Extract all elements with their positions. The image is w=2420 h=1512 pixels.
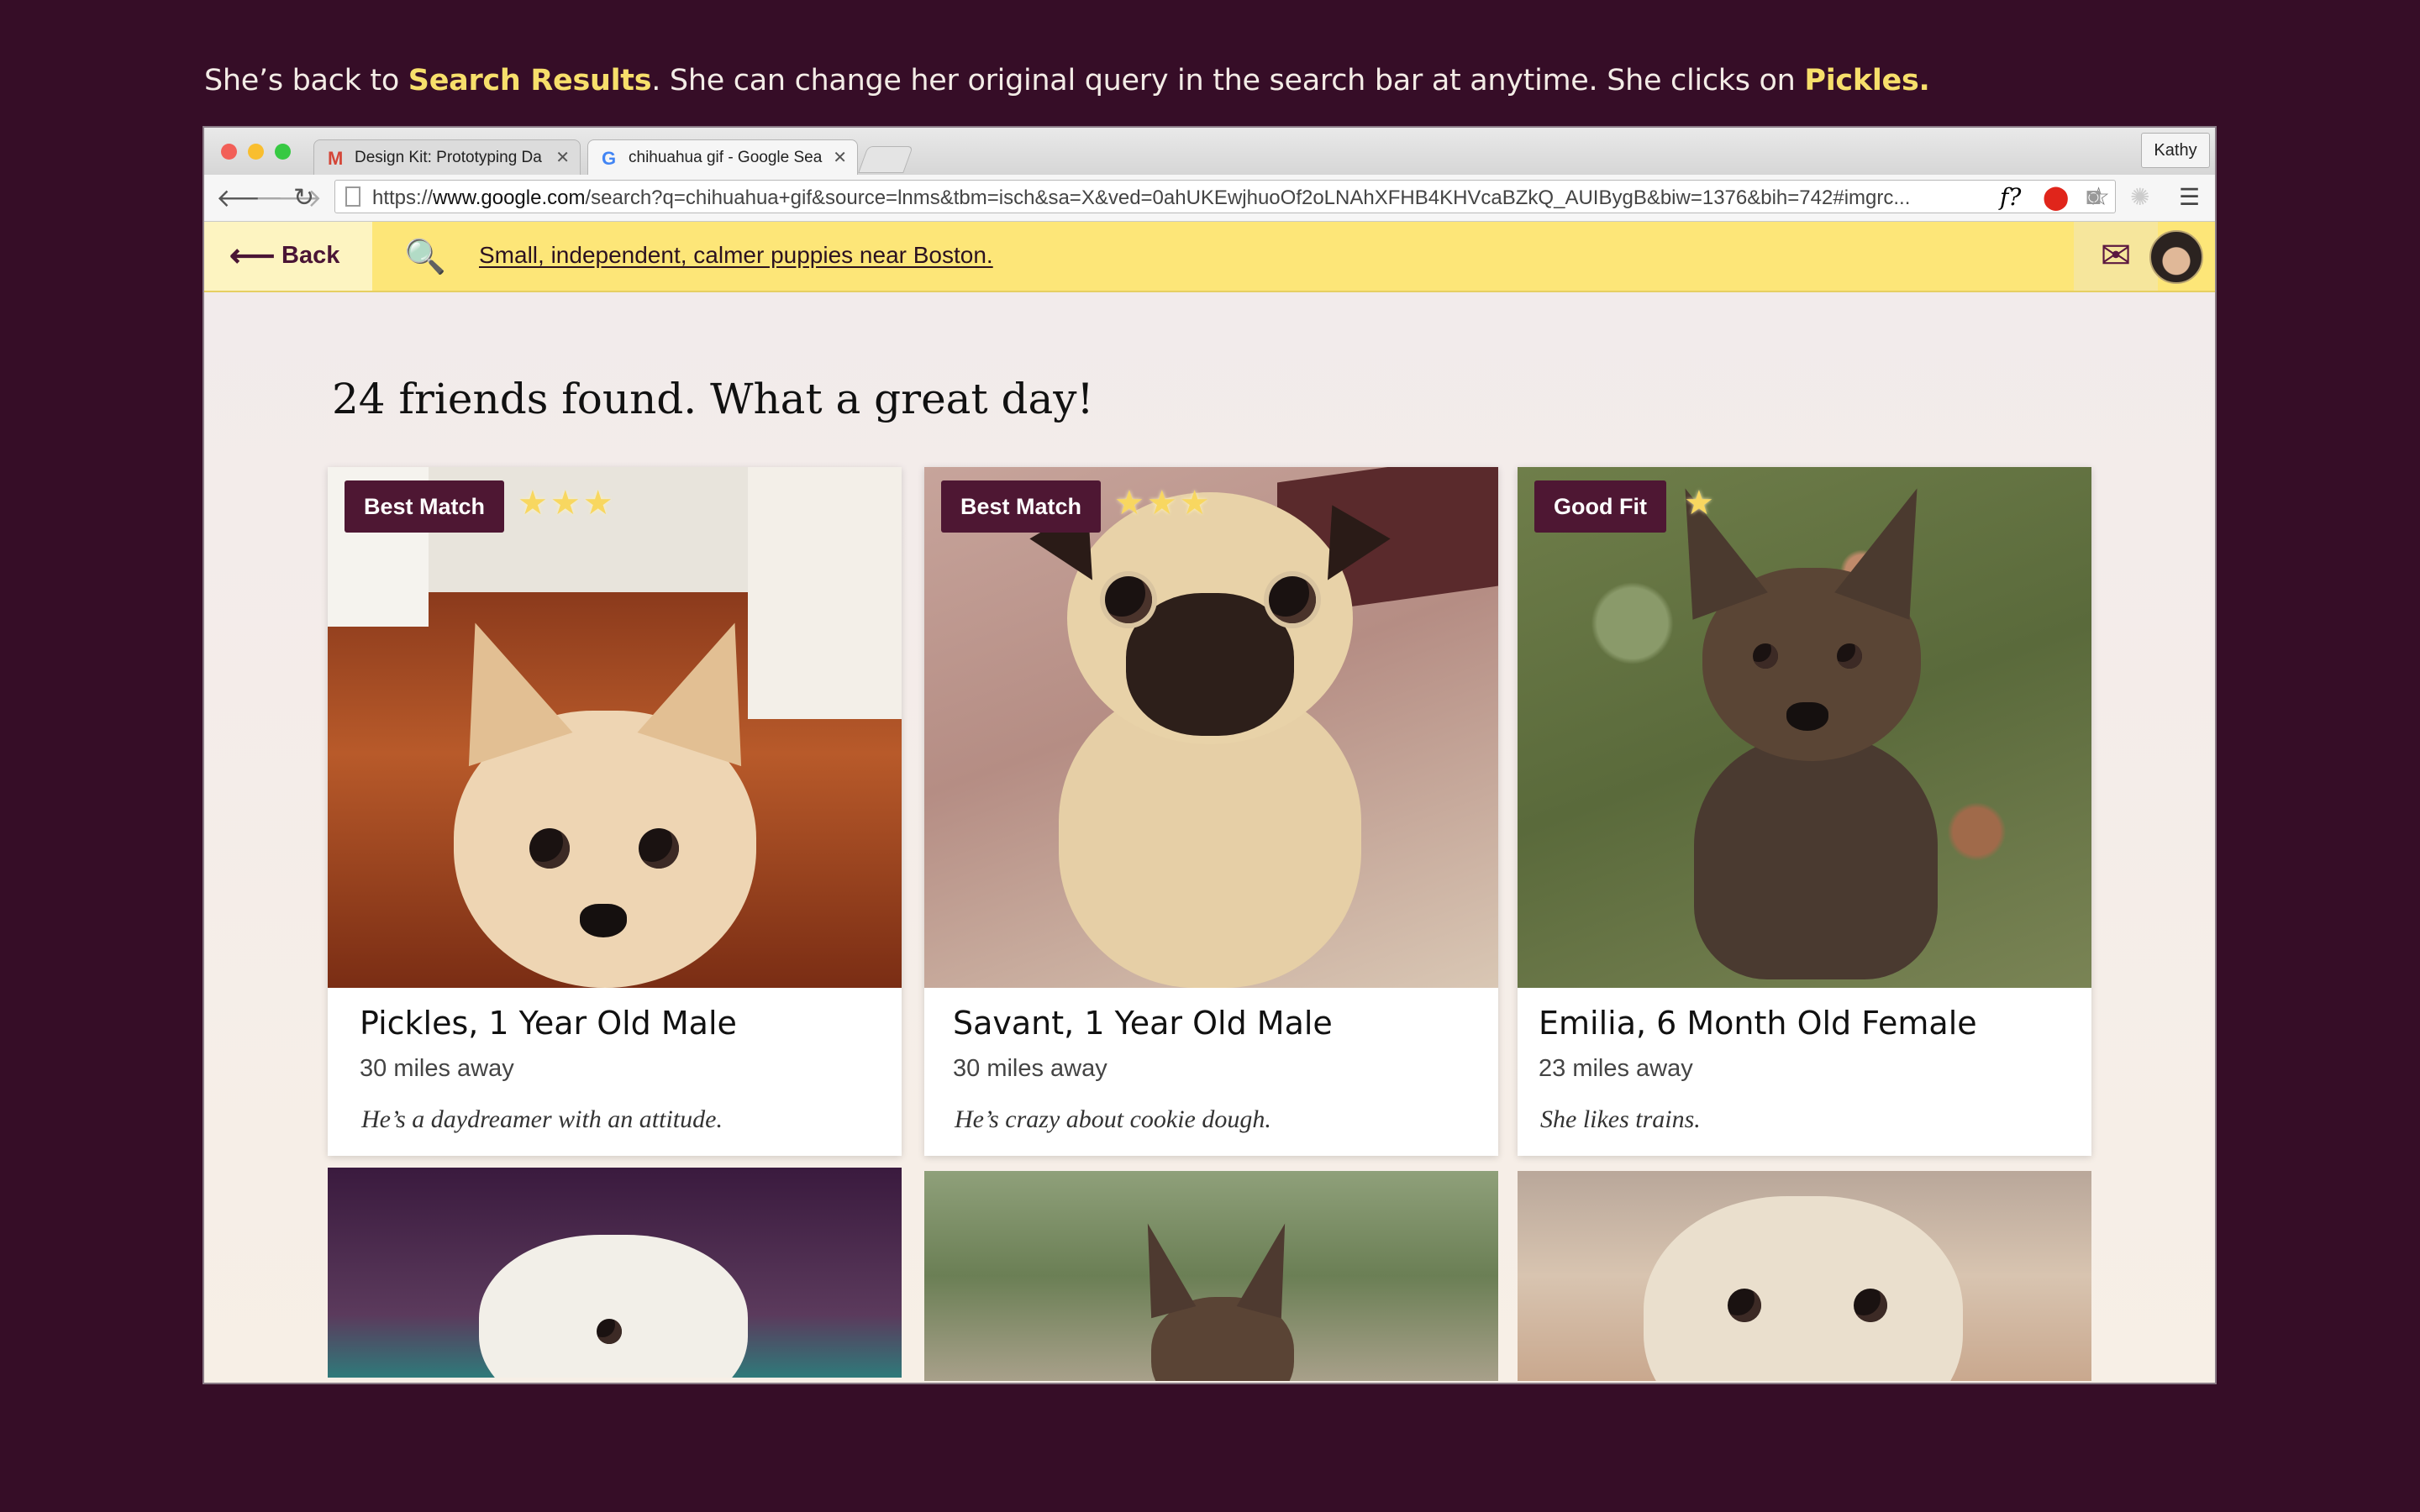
back-button[interactable]: ⟵ Back	[204, 222, 372, 291]
dog-eye	[1854, 1289, 1887, 1322]
url-domain: www.google.com	[433, 186, 586, 209]
card-distance: 23 miles away	[1539, 1055, 1693, 1082]
result-card-maltese[interactable]	[328, 1168, 902, 1378]
dog-photo	[328, 467, 902, 988]
mail-icon[interactable]: ✉	[2074, 222, 2158, 291]
caption-text-1: She’s back to	[204, 64, 408, 97]
card-title[interactable]: Emilia, 6 Month Old Female	[1539, 1005, 1977, 1042]
menu-icon[interactable]: ☰	[2179, 183, 2200, 211]
back-label: Back	[281, 242, 340, 269]
results-content: 24 friends found. What a great day! Best…	[204, 292, 2215, 1383]
match-badge: Best Match	[345, 480, 505, 533]
bulldog-illustration	[1644, 1196, 1963, 1381]
new-tab-button[interactable]	[858, 146, 913, 173]
gmail-icon: M	[328, 148, 344, 169]
maximize-window-button[interactable]	[275, 144, 291, 160]
caption-highlight-pickles: Pickles.	[1804, 64, 1930, 97]
card-title[interactable]: Savant, 1 Year Old Male	[953, 1005, 1333, 1042]
dog-photo	[924, 467, 1498, 988]
dog-ear	[1236, 1216, 1306, 1319]
opera-extension-icon[interactable]: ⬤	[2043, 183, 2069, 211]
shepherd-puppy-illustration	[1649, 474, 1954, 979]
match-badge: Good Fit	[1534, 480, 1666, 533]
search-query-link[interactable]: Small, independent, calmer puppies near …	[479, 242, 993, 269]
close-tab-icon[interactable]: ✕	[833, 147, 847, 168]
result-card-emilia[interactable]: Good Fit ★ Emilia, 6 Month Old Female 23…	[1518, 467, 2091, 1156]
result-card-bulldog[interactable]	[1518, 1171, 2091, 1381]
card-distance: 30 miles away	[360, 1055, 514, 1082]
maltese-illustration	[479, 1235, 748, 1378]
card-description: He’s a daydreamer with an attitude.	[361, 1105, 723, 1133]
results-heading: 24 friends found. What a great day!	[332, 375, 1094, 423]
card-distance: 30 miles away	[953, 1055, 1107, 1082]
url-path: /search?q=chihuahua+gif&source=lnms&tbm=…	[585, 186, 1911, 209]
caption-highlight-search-results: Search Results	[408, 64, 652, 97]
tab-label: Design Kit: Prototyping Da	[355, 149, 542, 166]
star-rating: ★★★	[518, 485, 616, 522]
browser-window: M Design Kit: Prototyping Da ✕ G chihuah…	[204, 128, 2215, 1383]
camera-icon[interactable]: ◙	[2086, 183, 2101, 210]
match-badge: Best Match	[941, 480, 1102, 533]
chihuahua-illustration	[427, 568, 783, 988]
result-card-pickles[interactable]: Best Match ★★★ Pickles, 1 Year Old Male …	[328, 467, 902, 1156]
dog-eye	[597, 1319, 622, 1344]
url-scheme: https://	[372, 186, 434, 209]
gear-icon[interactable]: ✺	[2130, 183, 2149, 211]
avatar[interactable]	[2149, 230, 2203, 284]
reload-icon[interactable]: ↻	[293, 183, 314, 213]
page-icon	[345, 186, 360, 207]
dog-ear	[1127, 1216, 1197, 1319]
star-rating: ★	[1684, 485, 1717, 522]
profile-button[interactable]: Kathy	[2141, 133, 2210, 168]
google-icon: G	[602, 148, 617, 169]
star-rating: ★★★	[1114, 485, 1213, 522]
tab-strip: M Design Kit: Prototyping Da ✕ G chihuah…	[204, 128, 2215, 175]
card-title[interactable]: Pickles, 1 Year Old Male	[360, 1005, 737, 1042]
back-arrow-icon: ⟵	[229, 239, 276, 274]
tab-label: chihuahua gif - Google Sea	[629, 149, 823, 166]
dog-eye	[1728, 1289, 1761, 1322]
app-header: ⟵ Back 🔍 Small, independent, calmer pupp…	[204, 222, 2215, 292]
minimize-window-button[interactable]	[248, 144, 264, 160]
card-description: She likes trains.	[1540, 1105, 1701, 1133]
card-description: He’s crazy about cookie dough.	[955, 1105, 1271, 1133]
close-window-button[interactable]	[221, 144, 237, 160]
result-card-german-shepherd[interactable]	[924, 1171, 1498, 1381]
slide-caption: She’s back to Search Results. She can ch…	[204, 64, 1930, 97]
address-bar[interactable]: https://www.google.com/search?q=chihuahu…	[334, 180, 2116, 213]
extension-f-icon[interactable]: f?	[2000, 183, 2021, 211]
tab-design-kit[interactable]: M Design Kit: Prototyping Da ✕	[313, 139, 581, 175]
tab-google-search[interactable]: G chihuahua gif - Google Sea ✕	[587, 139, 858, 175]
result-card-savant[interactable]: Best Match ★★★ Savant, 1 Year Old Male 3…	[924, 467, 1498, 1156]
search-icon[interactable]: 🔍	[404, 237, 446, 276]
close-tab-icon[interactable]: ✕	[555, 147, 570, 168]
dog-photo	[1518, 467, 2091, 988]
browser-toolbar: 🡐 🡒 ↻ https://www.google.com/search?q=ch…	[204, 175, 2215, 222]
pug-illustration	[1025, 492, 1395, 988]
caption-text-2: . She can change her original query in t…	[651, 64, 1805, 97]
